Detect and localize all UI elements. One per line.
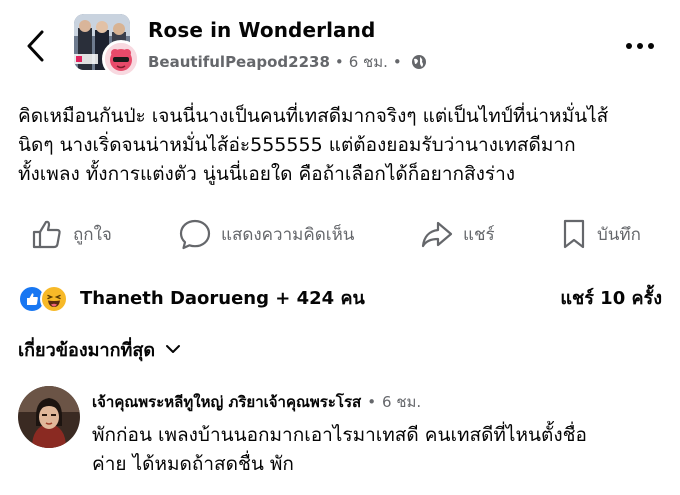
comment-separator: • <box>367 393 377 411</box>
post-action-bar: ถูกใจ แสดงความคิดเห็น แชร์ บันทึก <box>0 214 680 254</box>
reactions-summary[interactable]: Thaneth Daorueng + 424 คน <box>18 280 365 314</box>
comment-sort-dropdown[interactable]: เกี่ยวข้องมากที่สุด <box>18 334 181 364</box>
post-avatars[interactable] <box>74 14 140 80</box>
comment-button[interactable]: แสดงความคิดเห็น <box>178 214 354 254</box>
comment-time: 6 ชม. <box>382 393 422 411</box>
commenter-avatar[interactable] <box>18 386 80 448</box>
comment-label: แสดงความคิดเห็น <box>221 224 355 245</box>
share-label: แชร์ <box>463 224 495 245</box>
group-name[interactable]: Rose in Wonderland <box>148 18 375 42</box>
like-button[interactable]: ถูกใจ <box>30 214 112 254</box>
comment-text-line: ค่าย ได้หมดถ้าสดชื่น พัก <box>92 453 294 475</box>
haha-reaction-icon <box>40 285 68 313</box>
post-time[interactable]: 6 ชม. <box>349 50 388 74</box>
share-count[interactable]: แชร์ 10 ครั้ง <box>560 280 662 314</box>
chevron-down-icon <box>166 345 181 353</box>
more-dots-icon <box>626 43 654 49</box>
comment-text-line: พักก่อน เพลงบ้านนอกมากเอาไรมาเทสดี คนเทส… <box>92 424 587 446</box>
like-label: ถูกใจ <box>73 224 112 245</box>
comment-header: เจ้าคุณพระหลีทูใหญ่ ภริยาเจ้าคุณพระโรส •… <box>92 390 421 414</box>
share-arrow-icon <box>421 221 453 248</box>
more-options-button[interactable] <box>622 34 658 58</box>
comment-body: พักก่อน เพลงบ้านนอกมากเอาไรมาเทสดี คนเทส… <box>92 421 587 479</box>
reaction-icons <box>18 282 72 313</box>
post-body-line: คิดเหมือนกันป่ะ เจนนี่นางเป็นคนที่เทสดีม… <box>18 105 609 127</box>
back-button[interactable] <box>22 28 50 64</box>
post-meta: BeautifulPeapod2238 • 6 ชม. • <box>148 50 427 74</box>
post-body: คิดเหมือนกันป่ะ เจนนี่นางเป็นคนที่เทสดีม… <box>18 102 666 189</box>
author-avatar[interactable] <box>102 40 140 78</box>
thumbs-up-icon <box>32 220 61 249</box>
meta-separator: • <box>392 53 402 71</box>
meta-separator: • <box>334 53 344 71</box>
save-label: บันทึก <box>597 224 641 245</box>
globe-icon <box>411 55 426 69</box>
comment-author[interactable]: เจ้าคุณพระหลีทูใหญ่ ภริยาเจ้าคุณพระโรส <box>92 390 361 414</box>
comment-bubble-icon <box>179 219 211 250</box>
post-detail-screen: Rose in Wonderland BeautifulPeapod2238 •… <box>0 0 680 495</box>
reactions-summary-text: Thaneth Daorueng + 424 คน <box>80 287 365 309</box>
sort-label: เกี่ยวข้องมากที่สุด <box>18 339 156 361</box>
bookmark-icon <box>563 219 585 249</box>
post-body-line: นิดๆ นางเริ่ดจนน่าหมั่นไส้อ่ะ555555 แต่ต… <box>18 134 576 156</box>
save-button[interactable]: บันทึก <box>560 214 641 254</box>
share-button[interactable]: แชร์ <box>420 214 495 254</box>
chevron-left-icon <box>27 30 44 62</box>
post-body-line: ทั้งเพลง ทั้งการแต่งตัว นู่นนี่เอยใด คือ… <box>18 163 516 185</box>
post-author[interactable]: BeautifulPeapod2238 <box>148 53 330 71</box>
